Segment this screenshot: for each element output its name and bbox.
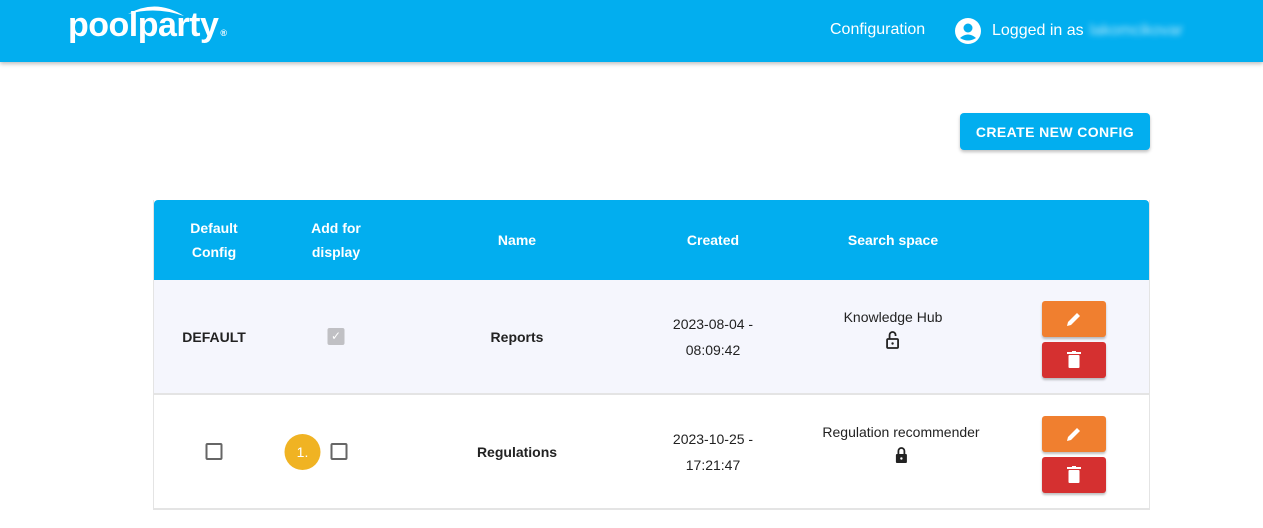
top-bar: poolparty ® Configuration Logged in as la… bbox=[0, 0, 1263, 62]
col-add-for-display: Add for display bbox=[311, 220, 361, 260]
created-date: 2023-10-25 - bbox=[672, 430, 754, 447]
created-date: 2023-08-04 - bbox=[672, 315, 754, 332]
trash-icon bbox=[1067, 351, 1081, 368]
nav-configuration[interactable]: Configuration bbox=[830, 21, 925, 39]
lock-closed-icon bbox=[895, 446, 907, 463]
edit-button[interactable] bbox=[1042, 416, 1106, 452]
config-name: Regulations bbox=[476, 443, 558, 460]
config-name: Reports bbox=[490, 328, 544, 345]
col-created: Created bbox=[686, 232, 740, 248]
col-default-config: Default Config bbox=[190, 220, 238, 260]
table-row: 1. Regulations 2023-10-25 - 17:21:47 Regu… bbox=[154, 395, 1149, 510]
delete-button[interactable] bbox=[1042, 457, 1106, 493]
display-checkbox[interactable] bbox=[330, 443, 348, 460]
create-new-config-button[interactable]: CREATE NEW CONFIG bbox=[960, 113, 1150, 150]
table-row: DEFAULT ✓ Reports 2023-08-04 - 08:09:42 K… bbox=[154, 280, 1149, 395]
trash-icon bbox=[1067, 466, 1081, 483]
account-icon bbox=[955, 18, 981, 44]
pencil-icon bbox=[1067, 313, 1080, 326]
default-label: DEFAULT bbox=[182, 328, 246, 345]
search-space: Regulation recommender bbox=[822, 423, 980, 440]
umbrella-icon bbox=[128, 6, 184, 16]
delete-button[interactable] bbox=[1042, 342, 1106, 378]
display-order-badge: 1. bbox=[284, 433, 321, 470]
default-checkbox[interactable] bbox=[205, 443, 223, 460]
logged-in-label: Logged in as bbox=[992, 22, 1084, 39]
col-name: Name bbox=[497, 232, 537, 248]
display-checkbox[interactable]: ✓ bbox=[327, 328, 345, 345]
poolparty-logo[interactable]: poolparty ® bbox=[68, 6, 227, 45]
created-time: 08:09:42 bbox=[685, 341, 741, 358]
edit-button[interactable] bbox=[1042, 301, 1106, 337]
lock-open-icon bbox=[886, 330, 900, 349]
table-header: Default Config Add for display Name Crea… bbox=[154, 200, 1149, 280]
registered-mark: ® bbox=[220, 28, 227, 38]
created-time: 17:21:47 bbox=[685, 456, 741, 473]
user-menu[interactable]: Logged in as lakomcikovar bbox=[955, 18, 1183, 44]
col-search-space: Search space bbox=[847, 232, 939, 248]
pencil-icon bbox=[1067, 428, 1080, 441]
search-space: Knowledge Hub bbox=[843, 308, 943, 325]
config-table: Default Config Add for display Name Crea… bbox=[153, 200, 1150, 510]
username: lakomcikovar bbox=[1089, 22, 1183, 39]
